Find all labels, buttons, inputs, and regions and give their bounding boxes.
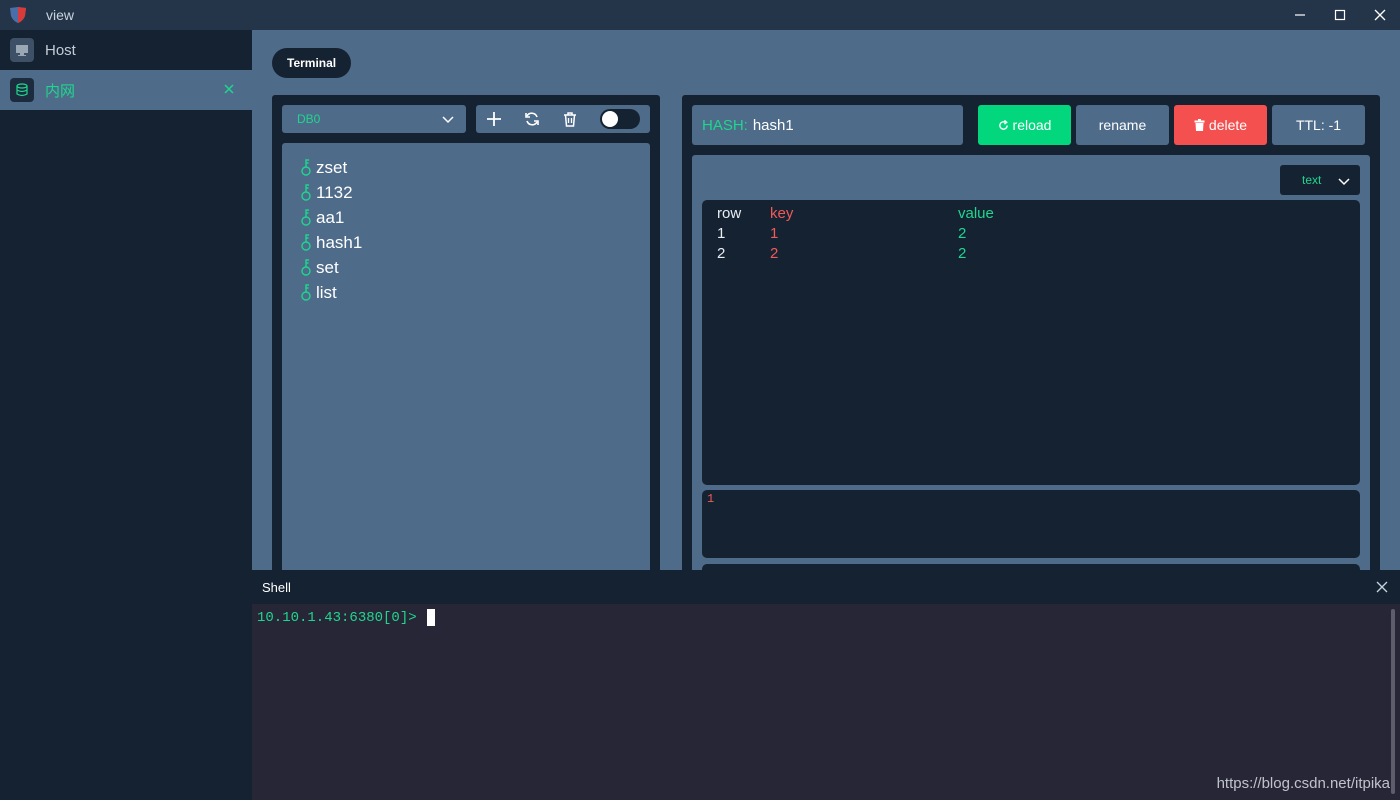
list-item[interactable]: list (282, 280, 650, 305)
chevron-down-icon (442, 116, 454, 124)
window-title: view (46, 7, 75, 23)
key-label: aa1 (316, 207, 345, 227)
key-name-field: HASH: hash1 (692, 105, 963, 145)
format-select[interactable]: text (1280, 165, 1360, 195)
delete-label: delete (1208, 117, 1248, 133)
key-label: list (316, 282, 337, 302)
watermark: https://blog.csdn.net/itpika (1216, 775, 1390, 792)
delete-button[interactable]: delete (1174, 105, 1267, 145)
maximize-button[interactable] (1320, 0, 1360, 30)
reload-button[interactable]: reload (978, 105, 1071, 145)
cell-row: 2 (717, 245, 726, 262)
window-controls (1280, 0, 1400, 30)
table-header: row key value (702, 205, 1360, 225)
key-icon (301, 258, 311, 276)
key-type-label: HASH: (702, 116, 748, 134)
close-window-button[interactable] (1360, 0, 1400, 30)
reload-label: reload (1012, 117, 1052, 133)
trash-icon (564, 112, 576, 127)
sidebar-item-connection[interactable]: 内网 (0, 70, 252, 110)
shell-prompt-line: 10.10.1.43:6380[0]> (257, 609, 1400, 626)
cell-row: 1 (717, 225, 726, 242)
format-select-value: text (1302, 173, 1322, 187)
column-header-value: value (958, 205, 994, 222)
key-list: zset 1132 aa1 hash1 set list (282, 143, 650, 570)
monitor-icon (10, 38, 34, 62)
table-row[interactable]: 1 1 2 (702, 225, 1360, 245)
key-icon (301, 158, 311, 176)
table-row[interactable]: 2 2 2 (702, 245, 1360, 265)
key-icon (301, 208, 311, 226)
value-area: text row key value 1 1 2 2 2 2 1 (692, 155, 1370, 570)
database-icon (10, 78, 34, 102)
view-toggle[interactable] (600, 109, 640, 129)
sidebar-item-host[interactable]: Host (0, 30, 252, 70)
key-editor[interactable]: 1 (702, 490, 1360, 558)
shell-prompt: 10.10.1.43:6380[0]> (257, 609, 417, 626)
rename-button[interactable]: rename (1076, 105, 1169, 145)
shell-title: Shell (262, 579, 291, 595)
close-icon[interactable] (222, 82, 236, 96)
add-key-button[interactable] (485, 110, 503, 128)
refresh-icon (998, 119, 1008, 130)
list-item[interactable]: 1132 (282, 180, 650, 205)
refresh-keys-button[interactable] (523, 110, 541, 128)
key-icon (301, 283, 311, 301)
refresh-icon (525, 112, 539, 126)
key-name-value: hash1 (752, 116, 794, 134)
key-label: hash1 (316, 232, 363, 252)
trash-icon (1194, 119, 1205, 131)
key-label: set (316, 257, 339, 277)
tab-terminal[interactable]: Terminal (272, 48, 352, 78)
cell-key: 2 (770, 245, 779, 262)
sidebar: Host 内网 (0, 30, 252, 800)
maximize-icon (1334, 9, 1346, 21)
key-toolbar (476, 105, 650, 133)
ttl-label: TTL: -1 (1295, 117, 1342, 133)
cell-value: 2 (958, 245, 967, 262)
sidebar-item-label: 内网 (45, 82, 76, 100)
close-icon[interactable] (1376, 581, 1388, 593)
minimize-icon (1295, 14, 1305, 16)
delete-keys-button[interactable] (561, 110, 579, 128)
cell-key: 1 (770, 225, 779, 242)
app-logo-icon (10, 7, 26, 23)
sidebar-item-label: Host (45, 41, 76, 59)
text-cursor (426, 609, 435, 626)
key-label: zset (316, 157, 348, 177)
rename-label: rename (1098, 117, 1147, 133)
scrollbar[interactable] (1391, 609, 1395, 794)
column-header-key: key (770, 205, 794, 222)
minimize-button[interactable] (1280, 0, 1320, 30)
list-item[interactable]: zset (282, 155, 650, 180)
key-detail-panel: HASH: hash1 reload rename delete TTL: -1… (682, 95, 1380, 570)
plus-icon (487, 112, 501, 126)
ttl-button[interactable]: TTL: -1 (1272, 105, 1365, 145)
column-header-row: row (717, 205, 742, 222)
main-area: Terminal DB0 zset 1132 aa1 hash1 set lis… (252, 30, 1400, 570)
chevron-down-icon (1338, 178, 1350, 186)
shell-console[interactable]: 10.10.1.43:6380[0]> https://blog.csdn.ne… (252, 604, 1400, 800)
shell-panel: Shell 10.10.1.43:6380[0]> https://blog.c… (252, 570, 1400, 800)
close-icon (1374, 9, 1386, 21)
hash-table: row key value 1 1 2 2 2 2 (702, 200, 1360, 485)
key-browser-panel: DB0 zset 1132 aa1 hash1 set list (272, 95, 660, 570)
list-item[interactable]: set (282, 255, 650, 280)
db-select-value: DB0 (297, 112, 321, 126)
cell-value: 2 (958, 225, 967, 242)
key-icon (301, 183, 311, 201)
key-label: 1132 (316, 182, 353, 202)
toggle-knob (602, 111, 618, 127)
key-icon (301, 233, 311, 251)
shell-header: Shell (252, 570, 1400, 604)
db-select[interactable]: DB0 (282, 105, 466, 133)
list-item[interactable]: aa1 (282, 205, 650, 230)
list-item[interactable]: hash1 (282, 230, 650, 255)
title-bar: view (0, 0, 1400, 30)
